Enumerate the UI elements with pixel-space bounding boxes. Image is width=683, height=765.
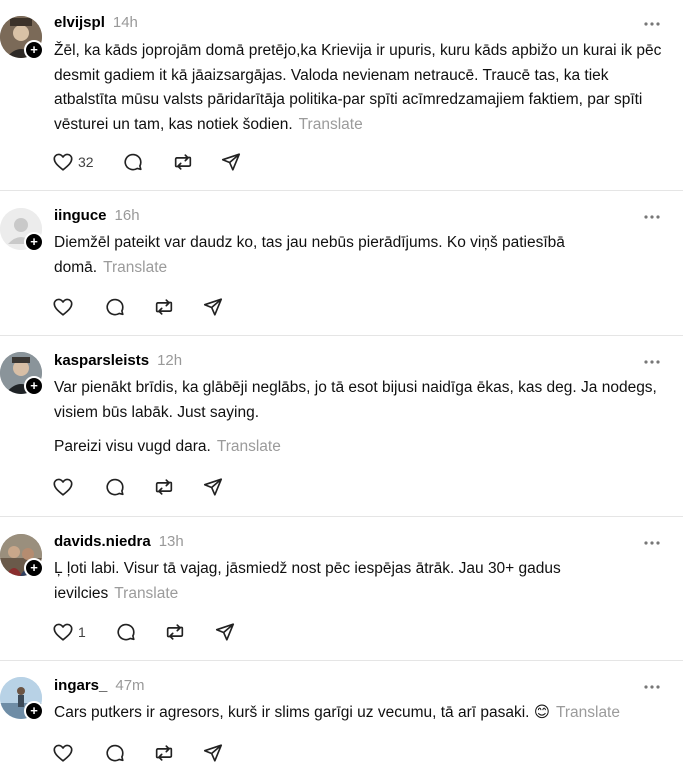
translate-link[interactable]: Translate bbox=[556, 704, 620, 721]
avatar[interactable]: + bbox=[0, 534, 44, 578]
heart-icon bbox=[53, 153, 73, 171]
share-button[interactable] bbox=[202, 295, 224, 319]
repost-button[interactable] bbox=[153, 741, 175, 765]
repost-button[interactable] bbox=[153, 295, 175, 319]
like-count: 1 bbox=[78, 624, 86, 640]
follow-plus-icon[interactable]: + bbox=[24, 701, 44, 721]
avatar[interactable]: + bbox=[0, 677, 44, 721]
comment-icon bbox=[106, 744, 124, 762]
timestamp[interactable]: 12h bbox=[157, 352, 182, 369]
follow-plus-icon[interactable]: + bbox=[24, 376, 44, 396]
repost-icon bbox=[155, 479, 173, 495]
avatar[interactable]: + bbox=[0, 16, 44, 60]
comment-icon bbox=[117, 623, 135, 641]
more-icon[interactable] bbox=[643, 212, 661, 222]
repost-button[interactable] bbox=[172, 150, 194, 174]
share-button[interactable] bbox=[220, 150, 242, 174]
heart-icon bbox=[53, 744, 73, 762]
share-button[interactable] bbox=[214, 620, 236, 644]
repost-button[interactable] bbox=[164, 620, 186, 644]
username[interactable]: elvijspl bbox=[54, 14, 105, 31]
repost-icon bbox=[166, 624, 184, 640]
timestamp[interactable]: 13h bbox=[159, 533, 184, 550]
send-icon bbox=[203, 744, 223, 762]
share-button[interactable] bbox=[202, 475, 224, 499]
comment-icon bbox=[124, 153, 142, 171]
post: + iinguce 16h Diemžēl pateikt var daudz … bbox=[0, 191, 683, 334]
share-button[interactable] bbox=[202, 741, 224, 765]
send-icon bbox=[215, 623, 235, 641]
avatar[interactable]: + bbox=[0, 352, 44, 396]
comment-icon bbox=[106, 478, 124, 496]
reply-button[interactable] bbox=[104, 741, 126, 765]
more-icon[interactable] bbox=[643, 357, 661, 367]
username[interactable]: kasparsleists bbox=[54, 352, 149, 369]
timestamp[interactable]: 16h bbox=[115, 207, 140, 224]
reply-button[interactable] bbox=[115, 620, 137, 644]
translate-link[interactable]: Translate bbox=[114, 585, 178, 602]
avatar[interactable]: + bbox=[0, 208, 44, 252]
post: + elvijspl 14h Žēl, ka kāds joprojām dom… bbox=[0, 0, 683, 190]
more-icon[interactable] bbox=[643, 682, 661, 692]
reply-button[interactable] bbox=[104, 475, 126, 499]
like-button[interactable]: 1 bbox=[52, 620, 86, 644]
reply-button[interactable] bbox=[104, 295, 126, 319]
post-text-second: Pareizi visu vugd dara. Translate bbox=[54, 438, 281, 455]
follow-plus-icon[interactable]: + bbox=[24, 40, 44, 60]
repost-icon bbox=[174, 154, 192, 170]
username[interactable]: iinguce bbox=[54, 207, 107, 224]
send-icon bbox=[221, 153, 241, 171]
post: + ingars_ 47m Cars putkers ir agresors, … bbox=[0, 661, 683, 765]
send-icon bbox=[203, 478, 223, 496]
like-button[interactable]: 32 bbox=[52, 150, 94, 174]
post-text: Cars putkers ir agresors, kurš ir slims … bbox=[54, 704, 620, 721]
repost-icon bbox=[155, 299, 173, 315]
follow-plus-icon[interactable]: + bbox=[24, 558, 44, 578]
username[interactable]: davids.niedra bbox=[54, 533, 151, 550]
repost-icon bbox=[155, 745, 173, 761]
like-count: 32 bbox=[78, 154, 94, 170]
like-button[interactable] bbox=[52, 741, 78, 765]
post-text: Diemžēl pateikt var daudz ko, tas jau ne… bbox=[54, 234, 565, 276]
reply-button[interactable] bbox=[122, 150, 144, 174]
post: + kasparsleists 12h Var pienākt brīdis, … bbox=[0, 336, 683, 516]
more-icon[interactable] bbox=[643, 538, 661, 548]
timestamp[interactable]: 14h bbox=[113, 14, 138, 31]
heart-icon bbox=[53, 298, 73, 316]
post: + davids.niedra 13h Ļ ļoti labi. Visur t… bbox=[0, 517, 683, 660]
username[interactable]: ingars_ bbox=[54, 677, 107, 694]
translate-link[interactable]: Translate bbox=[299, 116, 363, 133]
post-text: Ļ ļoti labi. Visur tā vajag, jāsmiedž no… bbox=[54, 560, 561, 602]
timestamp[interactable]: 47m bbox=[115, 677, 144, 694]
like-button[interactable] bbox=[52, 295, 78, 319]
translate-link[interactable]: Translate bbox=[103, 259, 167, 276]
post-text: Var pienākt brīdis, ka glābēji neglābs, … bbox=[54, 379, 657, 421]
heart-icon bbox=[53, 623, 73, 641]
follow-plus-icon[interactable]: + bbox=[24, 232, 44, 252]
more-icon[interactable] bbox=[643, 19, 661, 29]
thread-feed: + elvijspl 14h Žēl, ka kāds joprojām dom… bbox=[0, 0, 683, 765]
send-icon bbox=[203, 298, 223, 316]
repost-button[interactable] bbox=[153, 475, 175, 499]
comment-icon bbox=[106, 298, 124, 316]
heart-icon bbox=[53, 478, 73, 496]
post-text: Žēl, ka kāds joprojām domā pretējo,ka Kr… bbox=[54, 42, 662, 133]
translate-link[interactable]: Translate bbox=[217, 438, 281, 455]
like-button[interactable] bbox=[52, 475, 78, 499]
